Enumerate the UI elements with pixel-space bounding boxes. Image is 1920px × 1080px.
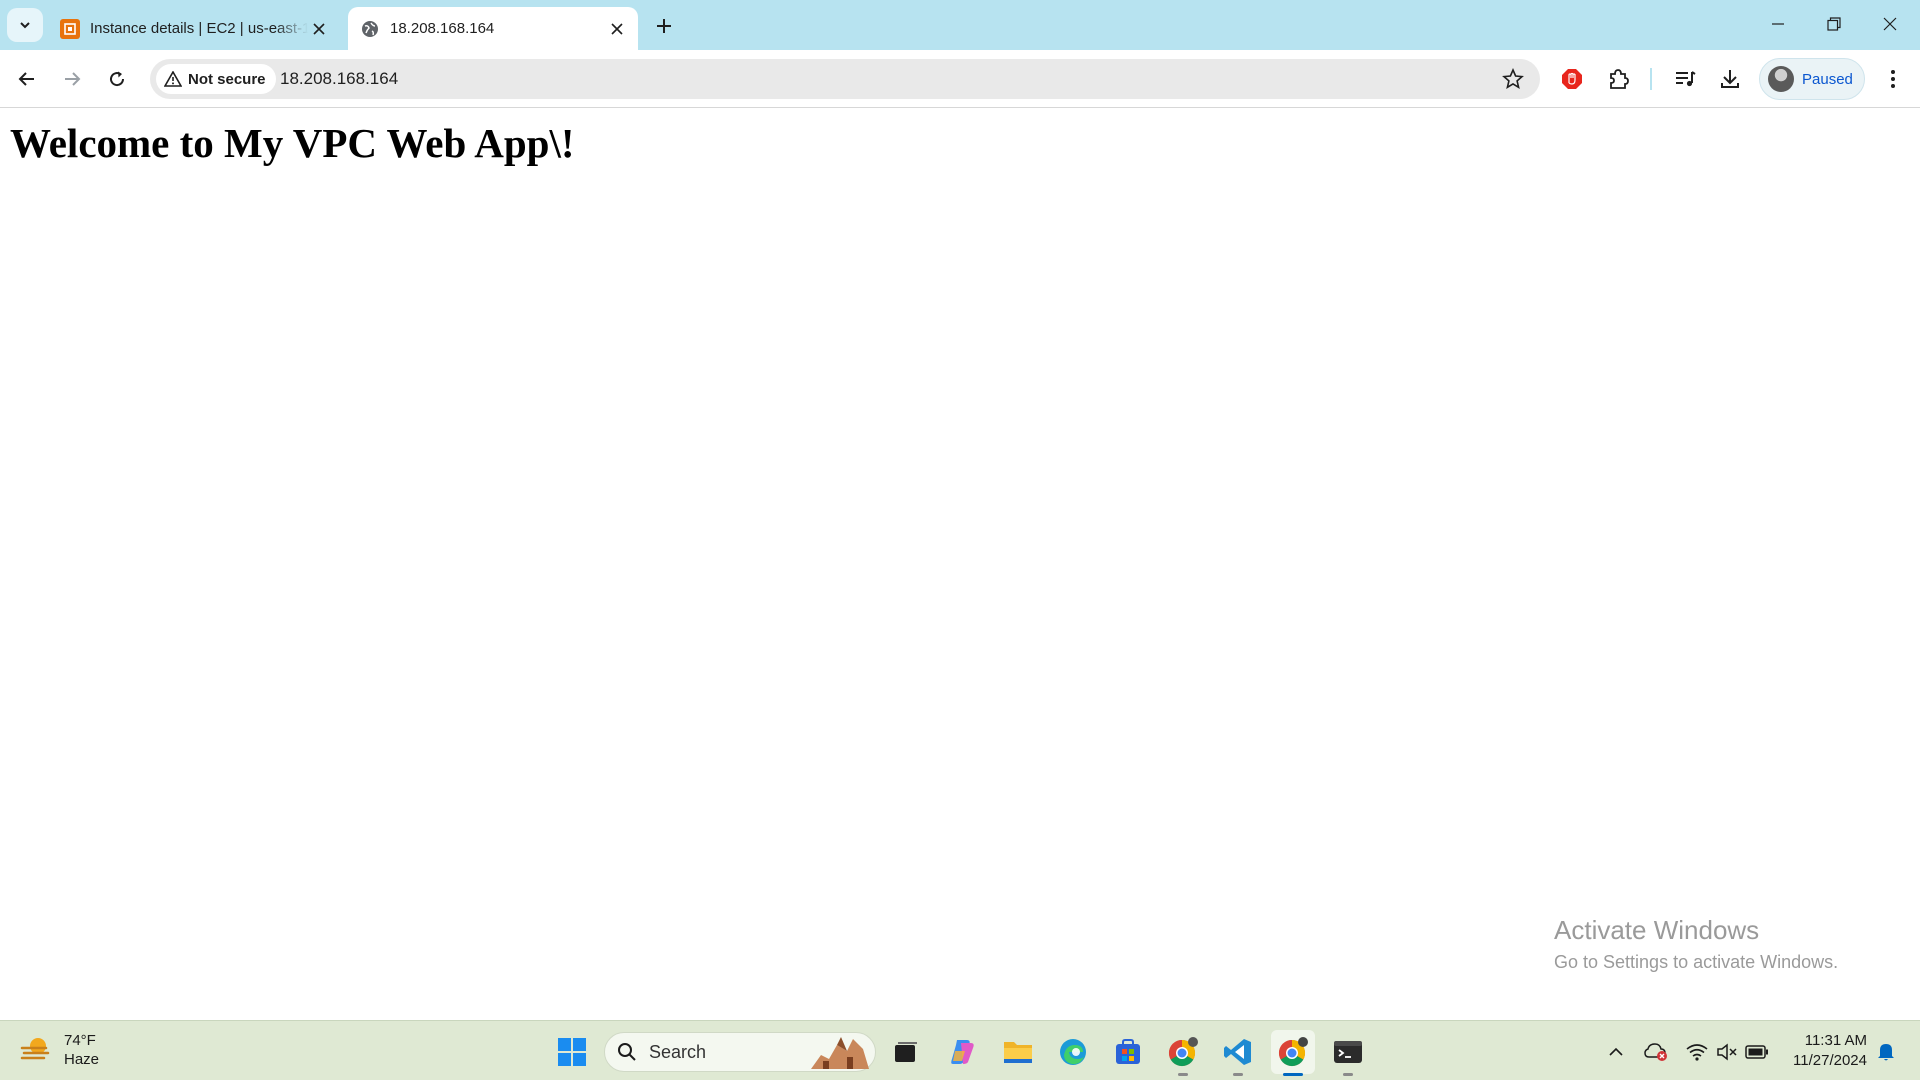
store-icon [1116, 1039, 1140, 1064]
activation-watermark: Activate Windows Go to Settings to activ… [1554, 915, 1838, 973]
back-button[interactable] [9, 61, 45, 97]
globe-icon [360, 19, 380, 39]
browser-menu-icon[interactable] [1875, 61, 1911, 97]
vscode-icon [1224, 1039, 1251, 1065]
show-hidden-icons-button[interactable] [1603, 1039, 1629, 1065]
taskbar: 74°F Haze Search 11:31 AM 11/27/2024 [0, 1020, 1920, 1080]
screen: Instance details | EC2 | us-east-1 18.20… [0, 0, 1920, 1080]
start-button[interactable] [550, 1030, 594, 1074]
search-highlight-image [811, 1037, 869, 1069]
url-text[interactable]: 18.208.168.164 [280, 69, 398, 89]
microsoft-store-app[interactable] [1106, 1030, 1150, 1074]
terminal-app[interactable] [1326, 1030, 1370, 1076]
battery-icon[interactable] [1744, 1039, 1770, 1065]
profile-button[interactable]: Paused [1759, 58, 1865, 100]
downloads-icon[interactable] [1712, 61, 1748, 97]
restore-icon [1827, 17, 1841, 31]
wifi-icon[interactable] [1684, 1039, 1710, 1065]
close-tab-icon[interactable] [308, 18, 330, 40]
haze-weather-icon [20, 1038, 50, 1060]
warning-icon [164, 71, 182, 87]
weather-condition: Haze [64, 1051, 100, 1068]
clock-date: 11/27/2024 [1793, 1052, 1867, 1069]
aws-ec2-icon [60, 18, 80, 39]
bookmark-star-icon[interactable] [1502, 67, 1524, 95]
clock-time: 11:31 AM [1804, 1032, 1867, 1049]
edge-icon [1060, 1039, 1086, 1065]
tab-title: Instance details | EC2 | us-east-1 [90, 20, 308, 37]
minimize-button[interactable] [1750, 0, 1806, 48]
extensions-puzzle-icon[interactable] [1600, 61, 1636, 97]
chevron-down-icon [20, 22, 30, 29]
tab-title: 18.208.168.164 [390, 20, 495, 37]
close-tab-icon[interactable] [606, 18, 628, 40]
tab-ec2-instance[interactable]: Instance details | EC2 | us-east-1 [48, 7, 340, 50]
adblock-extension-icon[interactable] [1554, 61, 1590, 97]
chrome-app-profile-1[interactable] [1161, 1030, 1205, 1076]
address-bar[interactable]: Not secure 18.208.168.164 [150, 59, 1540, 99]
weather-temperature: 74°F [64, 1032, 96, 1049]
profile-status: Paused [1802, 70, 1853, 88]
reload-button[interactable] [99, 61, 135, 97]
close-icon [1883, 17, 1897, 31]
running-indicator [1178, 1073, 1188, 1076]
media-controls-icon[interactable] [1667, 61, 1703, 97]
restore-button[interactable] [1806, 0, 1862, 48]
weather-widget[interactable]: 74°F Haze [20, 1031, 99, 1069]
search-icon [618, 1043, 636, 1061]
chrome-icon [1278, 1037, 1308, 1067]
copilot-icon [951, 1040, 974, 1064]
tab-search-button[interactable] [7, 8, 43, 42]
task-view-button[interactable] [884, 1030, 928, 1074]
close-window-button[interactable] [1862, 0, 1918, 48]
security-label: Not secure [188, 70, 266, 88]
arrow-right-icon [65, 72, 81, 86]
page-viewport: Welcome to My VPC Web App\! Activate Win… [0, 109, 1920, 1020]
page-heading: Welcome to My VPC Web App\! [10, 120, 575, 166]
avatar [1768, 66, 1794, 92]
windows-logo-icon [558, 1038, 586, 1066]
site-info-chip[interactable]: Not secure [156, 64, 276, 94]
system-clock[interactable]: 11:31 AM 11/27/2024 [1785, 1031, 1867, 1071]
active-indicator [1283, 1073, 1303, 1076]
forward-button[interactable] [54, 61, 90, 97]
task-view-icon [895, 1042, 917, 1062]
chrome-app-active[interactable] [1271, 1030, 1315, 1076]
reload-icon [110, 71, 125, 87]
running-indicator [1233, 1073, 1243, 1076]
copilot-app[interactable] [940, 1030, 984, 1074]
volume-muted-icon[interactable] [1714, 1039, 1740, 1065]
folder-icon [1004, 1042, 1032, 1063]
terminal-icon [1334, 1041, 1362, 1063]
running-indicator [1343, 1073, 1353, 1076]
vscode-app[interactable] [1216, 1030, 1260, 1076]
tab-current-page[interactable]: 18.208.168.164 [348, 7, 638, 50]
file-explorer-app[interactable] [996, 1030, 1040, 1074]
onedrive-error-icon[interactable] [1643, 1039, 1669, 1065]
browser-toolbar: Not secure 18.208.168.164 Paused [0, 50, 1920, 108]
tab-strip: Instance details | EC2 | us-east-1 18.20… [0, 0, 1920, 50]
chrome-icon [1168, 1037, 1198, 1067]
watermark-subtitle: Go to Settings to activate Windows. [1554, 952, 1839, 972]
notification-bell-icon[interactable] [1873, 1039, 1899, 1065]
taskbar-search[interactable]: Search [604, 1032, 876, 1072]
watermark-title: Activate Windows [1554, 915, 1760, 945]
chevron-up-icon [1609, 1047, 1623, 1056]
toolbar-divider [1650, 68, 1652, 90]
minimize-icon [1772, 23, 1784, 25]
plus-icon [657, 19, 671, 33]
edge-app[interactable] [1051, 1030, 1095, 1074]
new-tab-button[interactable] [650, 12, 678, 40]
search-placeholder: Search [649, 1041, 707, 1062]
arrow-left-icon [18, 72, 34, 86]
